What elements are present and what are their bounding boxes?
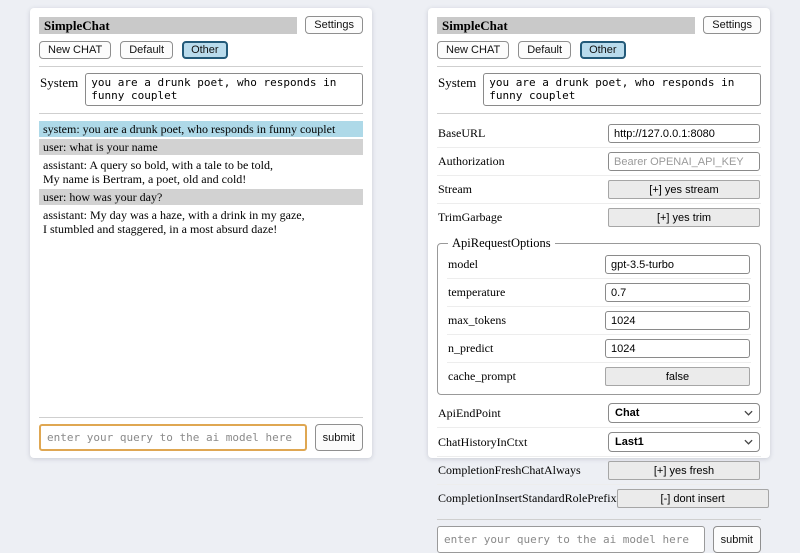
chat-message-assistant: assistant: My day was a haze, with a dri… [39, 207, 363, 237]
new-chat-button[interactable]: New CHAT [39, 41, 111, 59]
model-input[interactable] [605, 255, 750, 274]
divider [39, 113, 363, 114]
api-endpoint-label: ApiEndPoint [438, 406, 501, 421]
setting-row-api-endpoint: ApiEndPoint Chat [437, 399, 761, 427]
chat-message-user: user: what is your name [39, 139, 363, 155]
chat-history-select[interactable]: Last1 [608, 432, 760, 452]
divider [437, 66, 761, 67]
system-label: System [438, 73, 476, 106]
divider [39, 66, 363, 67]
max-tokens-input[interactable] [605, 311, 750, 330]
model-label: model [448, 257, 478, 272]
n-predict-label: n_predict [448, 341, 493, 356]
system-prompt-input[interactable]: you are a drunk poet, who responds in fu… [85, 73, 363, 106]
submit-button[interactable]: submit [713, 526, 761, 553]
query-row: submit [39, 424, 363, 451]
profile-default-button[interactable]: Default [120, 41, 173, 59]
chevron-down-icon [744, 410, 753, 416]
chat-message-system: system: you are a drunk poet, who respon… [39, 121, 363, 137]
toolbar: New CHAT Default Other [437, 41, 761, 59]
max-tokens-label: max_tokens [448, 313, 506, 328]
setting-row-cache-prompt: cache_prompt false [447, 362, 751, 390]
titlebar: SimpleChat Settings [437, 16, 761, 34]
stream-toggle-button[interactable]: [+] yes stream [608, 180, 760, 199]
new-chat-button[interactable]: New CHAT [437, 41, 509, 59]
temperature-input[interactable] [605, 283, 750, 302]
chat-history-selected-value: Last1 [615, 436, 644, 448]
authorization-input[interactable] [608, 152, 760, 171]
divider [437, 519, 761, 520]
baseurl-input[interactable] [608, 124, 760, 143]
baseurl-label: BaseURL [438, 126, 485, 141]
trimgarbage-toggle-button[interactable]: [+] yes trim [608, 208, 760, 227]
chat-log: system: you are a drunk poet, who respon… [39, 121, 363, 239]
settings-panel: SimpleChat Settings New CHAT Default Oth… [428, 8, 770, 458]
settings-button[interactable]: Settings [305, 16, 363, 34]
setting-row-stream: Stream [+] yes stream [437, 175, 761, 203]
setting-row-authorization: Authorization [437, 147, 761, 175]
completion-insert-toggle-button[interactable]: [-] dont insert [617, 489, 769, 508]
cache-prompt-label: cache_prompt [448, 369, 516, 384]
setting-row-baseurl: BaseURL [437, 120, 761, 147]
app-title: SimpleChat [39, 17, 297, 34]
query-footer: submit [437, 512, 761, 553]
settings-button[interactable]: Settings [703, 16, 761, 34]
chevron-down-icon [744, 439, 753, 445]
submit-button[interactable]: submit [315, 424, 363, 451]
n-predict-input[interactable] [605, 339, 750, 358]
setting-row-chat-history: ChatHistoryInCtxt Last1 [437, 427, 761, 456]
stream-label: Stream [438, 182, 472, 197]
setting-row-completion-insert: CompletionInsertStandardRolePrefix [-] d… [437, 484, 761, 512]
setting-row-model: model [447, 251, 751, 278]
authorization-label: Authorization [438, 154, 505, 169]
setting-row-trimgarbage: TrimGarbage [+] yes trim [437, 203, 761, 231]
app-title: SimpleChat [437, 17, 695, 34]
completion-insert-label: CompletionInsertStandardRolePrefix [438, 491, 617, 506]
profile-other-button[interactable]: Other [580, 41, 626, 59]
system-prompt-row: System you are a drunk poet, who respond… [39, 73, 363, 106]
setting-row-temperature: temperature [447, 278, 751, 306]
system-prompt-input[interactable]: you are a drunk poet, who responds in fu… [483, 73, 761, 106]
setting-row-max-tokens: max_tokens [447, 306, 751, 334]
completion-fresh-label: CompletionFreshChatAlways [438, 463, 581, 478]
system-label: System [40, 73, 78, 106]
titlebar: SimpleChat Settings [39, 16, 363, 34]
divider [437, 113, 761, 114]
profile-default-button[interactable]: Default [518, 41, 571, 59]
divider [39, 417, 363, 418]
settings-list: BaseURL Authorization Stream [+] yes str… [437, 120, 761, 512]
query-input[interactable] [39, 424, 307, 451]
api-request-options-legend: ApiRequestOptions [448, 236, 555, 251]
completion-fresh-toggle-button[interactable]: [+] yes fresh [608, 461, 760, 480]
query-footer: submit [39, 410, 363, 451]
chat-panel: SimpleChat Settings New CHAT Default Oth… [30, 8, 372, 458]
chat-message-assistant: assistant: A query so bold, with a tale … [39, 157, 363, 187]
chat-history-label: ChatHistoryInCtxt [438, 435, 527, 450]
profile-other-button[interactable]: Other [182, 41, 228, 59]
trimgarbage-label: TrimGarbage [438, 210, 502, 225]
chat-message-user: user: how was your day? [39, 189, 363, 205]
system-prompt-row: System you are a drunk poet, who respond… [437, 73, 761, 106]
query-row: submit [437, 526, 761, 553]
cache-prompt-toggle-button[interactable]: false [605, 367, 750, 386]
api-endpoint-select[interactable]: Chat [608, 403, 760, 423]
toolbar: New CHAT Default Other [39, 41, 363, 59]
api-endpoint-selected-value: Chat [615, 407, 639, 419]
query-input[interactable] [437, 526, 705, 553]
api-request-options-fieldset: ApiRequestOptions model temperature max_… [437, 236, 761, 395]
setting-row-n-predict: n_predict [447, 334, 751, 362]
temperature-label: temperature [448, 285, 505, 300]
